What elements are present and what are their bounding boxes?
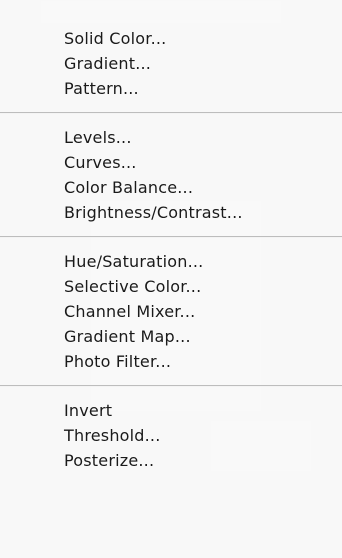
menu-item-gradient-map[interactable]: Gradient Map...	[0, 324, 342, 349]
menu-item-solid-color[interactable]: Solid Color...	[0, 26, 342, 51]
menu-item-channel-mixer[interactable]: Channel Mixer...	[0, 299, 342, 324]
menu-item-selective-color[interactable]: Selective Color...	[0, 274, 342, 299]
menu-separator	[0, 385, 342, 387]
adjustment-layer-menu: Solid Color... Gradient... Pattern... Le…	[0, 0, 342, 558]
menu-item-color-balance[interactable]: Color Balance...	[0, 175, 342, 200]
menu-item-posterize[interactable]: Posterize...	[0, 448, 342, 473]
menu-separator	[0, 236, 342, 238]
menu-item-curves[interactable]: Curves...	[0, 150, 342, 175]
menu-item-brightness-contrast[interactable]: Brightness/Contrast...	[0, 200, 342, 225]
menu-item-hue-saturation[interactable]: Hue/Saturation...	[0, 249, 342, 274]
menu-group-special: Invert Threshold... Posterize...	[0, 398, 342, 473]
menu-item-pattern[interactable]: Pattern...	[0, 76, 342, 101]
menu-item-gradient[interactable]: Gradient...	[0, 51, 342, 76]
menu-item-photo-filter[interactable]: Photo Filter...	[0, 349, 342, 374]
menu-group-color: Hue/Saturation... Selective Color... Cha…	[0, 249, 342, 374]
menu-group-tonal: Levels... Curves... Color Balance... Bri…	[0, 125, 342, 225]
menu-separator	[0, 112, 342, 114]
menu-item-levels[interactable]: Levels...	[0, 125, 342, 150]
menu-item-invert[interactable]: Invert	[0, 398, 342, 423]
menu-group-fill: Solid Color... Gradient... Pattern...	[0, 26, 342, 101]
menu-item-threshold[interactable]: Threshold...	[0, 423, 342, 448]
